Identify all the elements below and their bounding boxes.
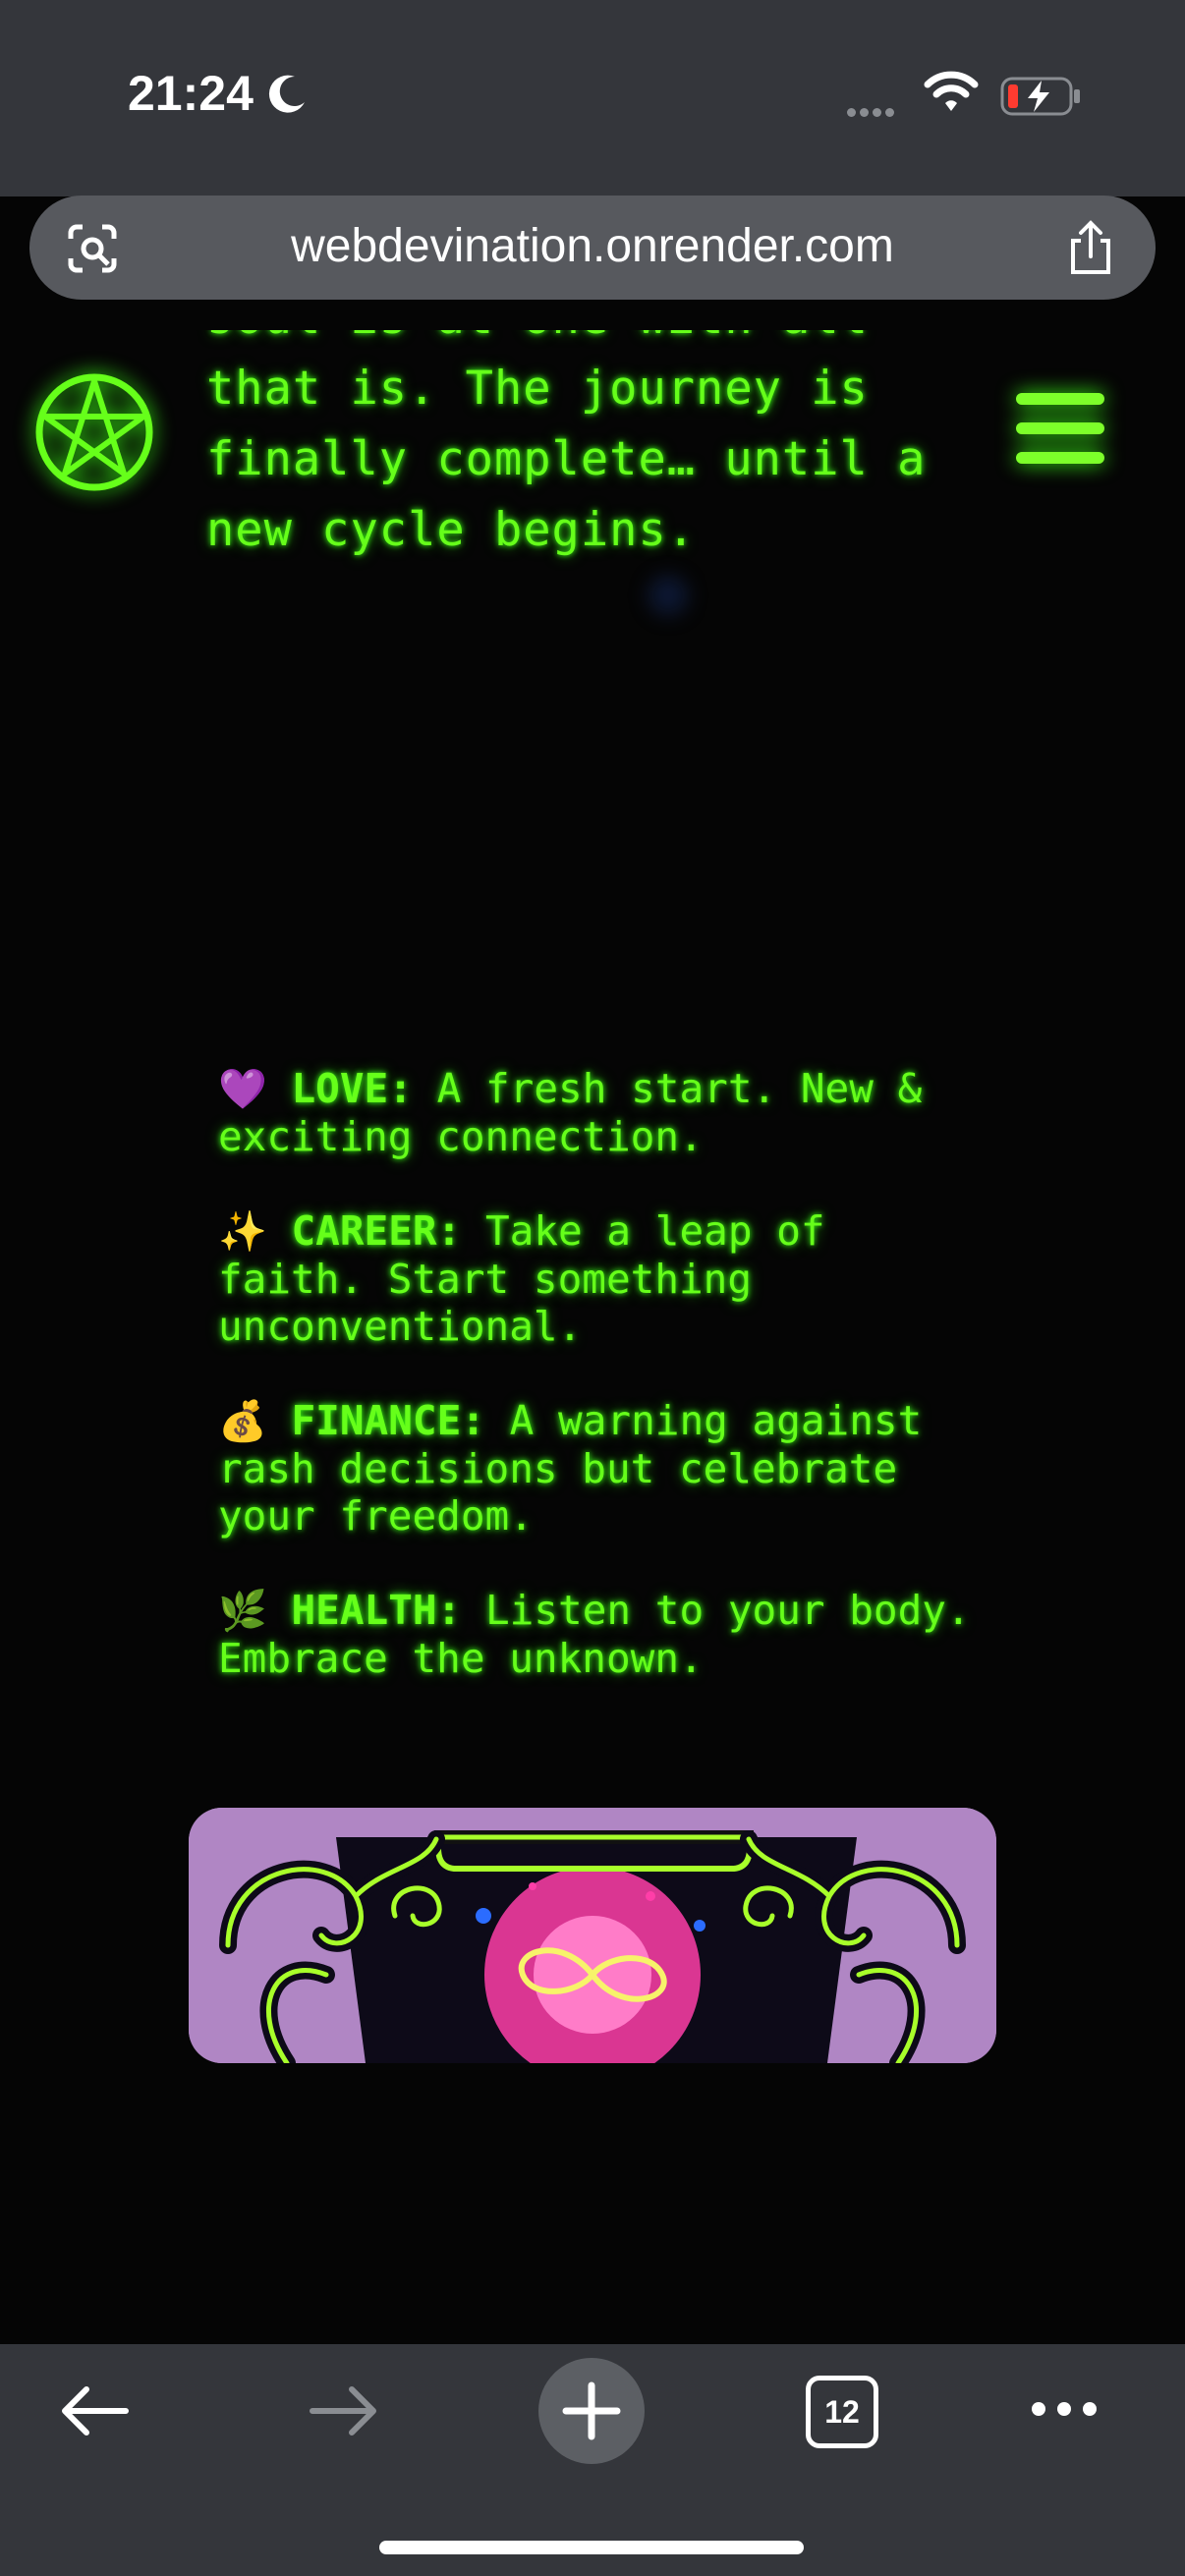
menu-icon[interactable] bbox=[1016, 393, 1104, 481]
home-indicator[interactable] bbox=[379, 2541, 804, 2554]
intro-line: new cycle begins. bbox=[206, 503, 697, 557]
url-text[interactable]: webdevination.onrender.com bbox=[29, 219, 1156, 273]
address-bar[interactable]: webdevination.onrender.com bbox=[29, 196, 1156, 300]
plus-icon bbox=[562, 2381, 621, 2440]
back-icon[interactable] bbox=[57, 2383, 132, 2438]
reading-label: FINANCE: bbox=[291, 1397, 485, 1444]
status-time: 21:24 bbox=[128, 66, 254, 121]
status-bar: 21:24 bbox=[0, 0, 1185, 196]
signal-icon bbox=[847, 102, 898, 121]
intro-line: soul is at one with all bbox=[206, 330, 983, 354]
moon-icon bbox=[268, 75, 305, 113]
intro-line: that is. The journey is bbox=[206, 362, 869, 416]
reading-label: LOVE: bbox=[291, 1065, 413, 1112]
wifi-icon bbox=[924, 71, 979, 111]
readings-list: 💜 LOVE: A fresh start. New & exciting co… bbox=[218, 1065, 985, 1729]
purple-heart-icon: 💜 bbox=[218, 1067, 267, 1112]
intro-text: soul is at one with all that is. The jou… bbox=[206, 330, 983, 566]
money-bag-icon: 💰 bbox=[218, 1399, 267, 1444]
forward-icon[interactable] bbox=[307, 2383, 381, 2438]
reading-health: 🌿 HEALTH: Listen to your body. Embrace t… bbox=[218, 1587, 985, 1682]
reading-label: CAREER: bbox=[291, 1207, 462, 1255]
share-icon[interactable] bbox=[1065, 219, 1116, 278]
reading-love: 💜 LOVE: A fresh start. New & exciting co… bbox=[218, 1065, 985, 1160]
intro-line: finally complete… until a bbox=[206, 432, 927, 486]
tab-count-button[interactable]: 12 bbox=[806, 2376, 878, 2448]
reading-label: HEALTH: bbox=[291, 1587, 462, 1634]
more-icon[interactable] bbox=[1032, 2401, 1108, 2420]
reading-career: ✨ CAREER: Take a leap of faith. Start so… bbox=[218, 1207, 985, 1350]
sparkles-icon: ✨ bbox=[218, 1209, 267, 1255]
tarot-card-art bbox=[189, 1808, 996, 2063]
pentacle-icon[interactable] bbox=[33, 371, 155, 493]
new-tab-button[interactable] bbox=[538, 2358, 645, 2464]
battery-charging-icon bbox=[1000, 77, 1080, 116]
herb-icon: 🌿 bbox=[218, 1589, 267, 1634]
tarot-card-image bbox=[189, 1808, 996, 2063]
reading-finance: 💰 FINANCE: A warning against rash decisi… bbox=[218, 1397, 985, 1540]
